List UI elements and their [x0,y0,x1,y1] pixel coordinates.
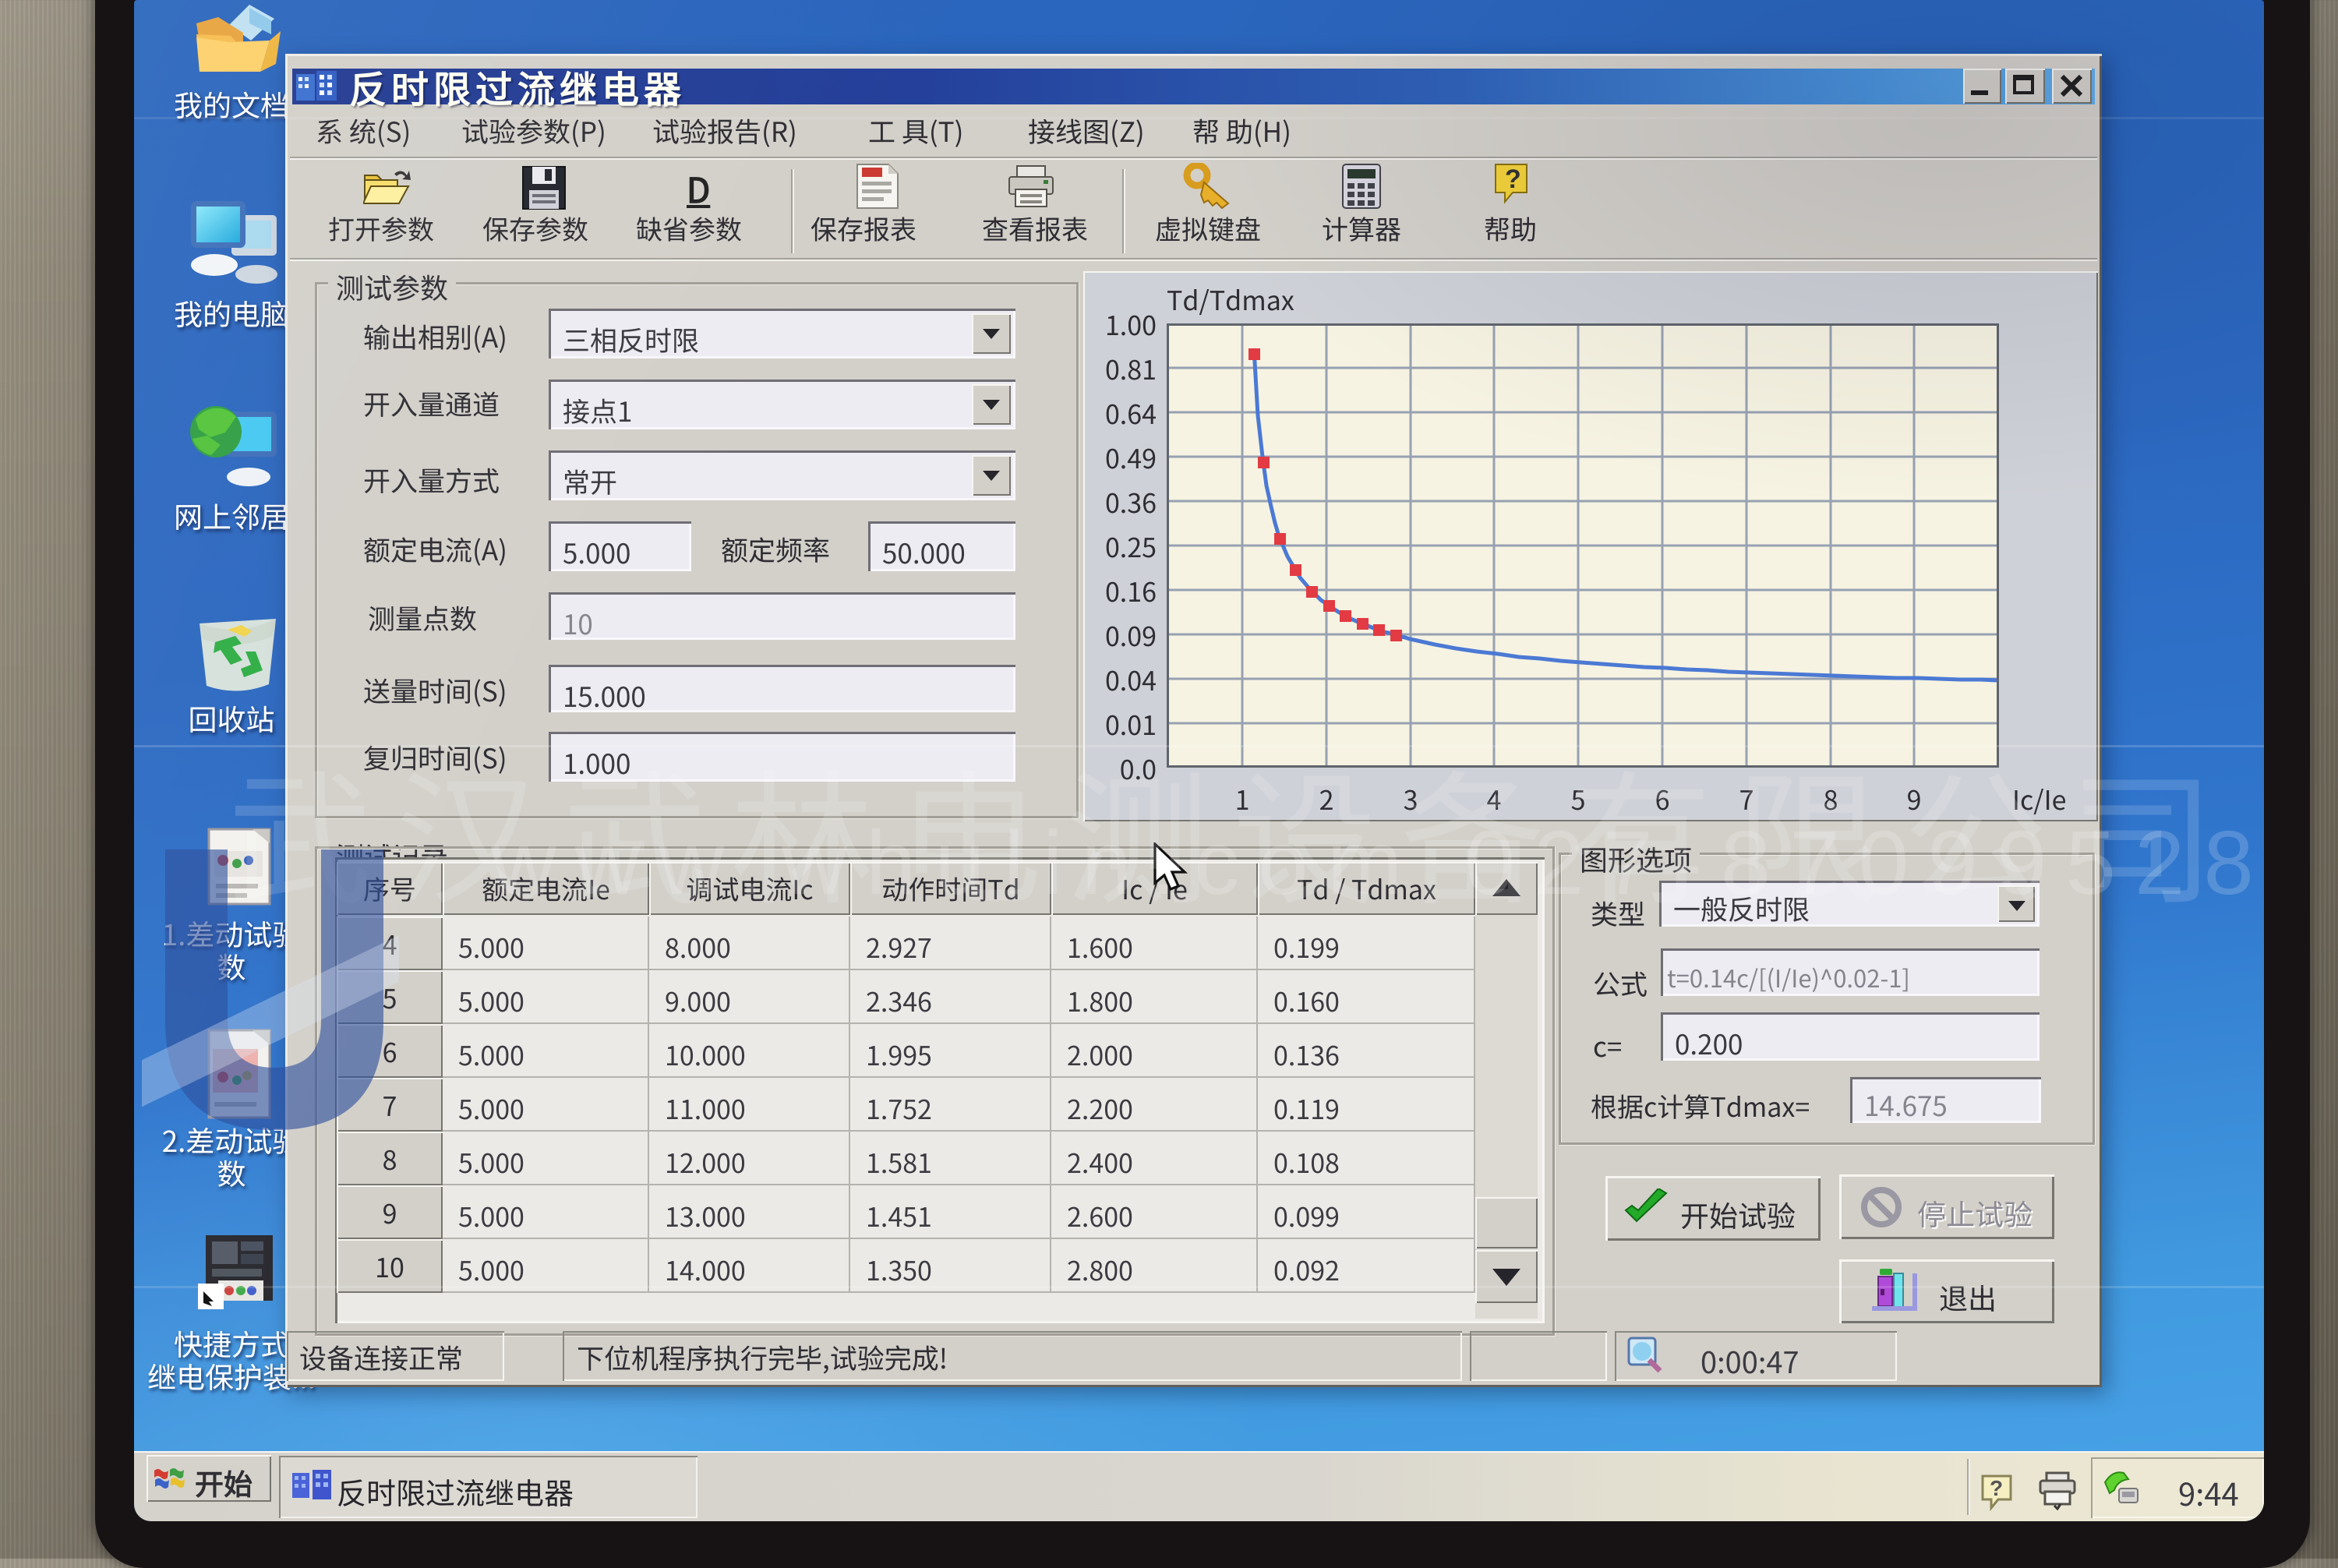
svg-text:?: ? [1505,164,1521,194]
svg-text:?: ? [1990,1476,2003,1500]
